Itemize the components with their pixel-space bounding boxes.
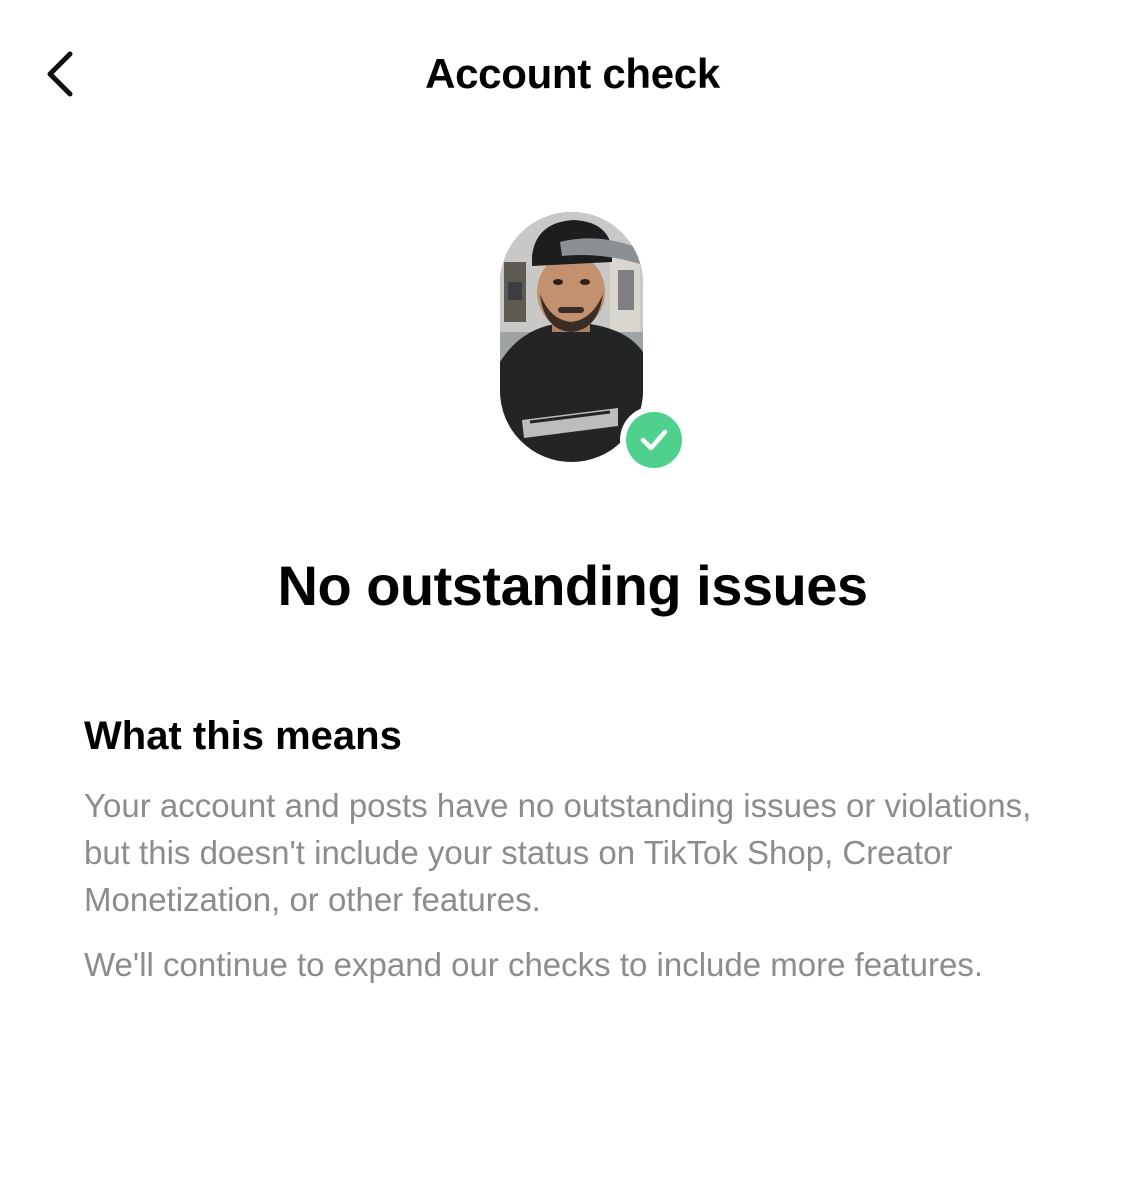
checkmark-icon (640, 429, 668, 451)
page-title: Account check (425, 50, 720, 97)
top-bar: Account check (0, 0, 1145, 150)
description-paragraph-2: We'll continue to expand our checks to i… (84, 946, 984, 983)
status-headline: No outstanding issues (277, 554, 869, 617)
details-section: What this means Your account and posts h… (84, 708, 1044, 1006)
avatar (500, 212, 643, 462)
section-title: What this means (84, 714, 402, 758)
status-badge (620, 406, 688, 474)
profile-photo (500, 212, 643, 462)
check-circle-icon (626, 412, 682, 468)
description-paragraph-1: Your account and posts have no outstandi… (84, 787, 1032, 918)
profile-avatar-container (500, 212, 690, 474)
